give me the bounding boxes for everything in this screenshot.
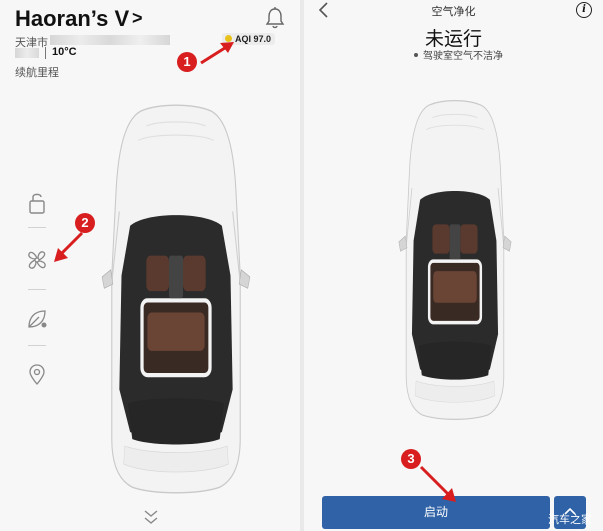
- annotation-step-1: 1: [177, 52, 197, 72]
- air-purifier-screen: 空气净化 i 未运行 驾驶室空气不洁净 启动 3 汽车之家: [304, 0, 603, 531]
- divider: [28, 345, 46, 346]
- info-icon[interactable]: i: [576, 2, 592, 18]
- chevron-down-icon[interactable]: [142, 508, 160, 526]
- aqi-value: AQI 97.0: [235, 34, 272, 44]
- leaf-icon[interactable]: [24, 306, 50, 332]
- status-detail-text: 驾驶室空气不洁净: [423, 51, 503, 62]
- watermark: 汽车之家: [548, 513, 592, 526]
- page-title: 空气净化: [431, 5, 476, 18]
- bullet-icon: [414, 53, 418, 57]
- annotation-arrow-icon: [200, 42, 234, 65]
- redacted-address: [50, 35, 170, 45]
- lock-icon[interactable]: [24, 190, 50, 216]
- car-top-view-image: [101, 102, 251, 496]
- redacted-info: [15, 48, 39, 58]
- range-label: 续航里程: [15, 66, 59, 79]
- vehicle-home-screen: Haoran’s V > 天津市 AQI 97.0 10°C 续航里程 1 2: [0, 0, 300, 531]
- vehicle-name[interactable]: Haoran’s V: [15, 6, 129, 32]
- location-icon[interactable]: [24, 362, 50, 388]
- temperature: 10°C: [52, 46, 77, 58]
- fan-icon[interactable]: [24, 247, 50, 273]
- status-detail: 驾驶室空气不洁净: [414, 47, 503, 62]
- bell-icon[interactable]: [264, 6, 286, 30]
- divider: [45, 47, 46, 59]
- vehicle-switch-chevron-icon[interactable]: >: [132, 8, 143, 29]
- divider: [28, 227, 46, 228]
- divider: [28, 289, 46, 290]
- annotation-arrow-icon: [419, 465, 456, 502]
- car-top-view-image: [398, 98, 512, 422]
- annotation-arrow-icon: [54, 231, 84, 262]
